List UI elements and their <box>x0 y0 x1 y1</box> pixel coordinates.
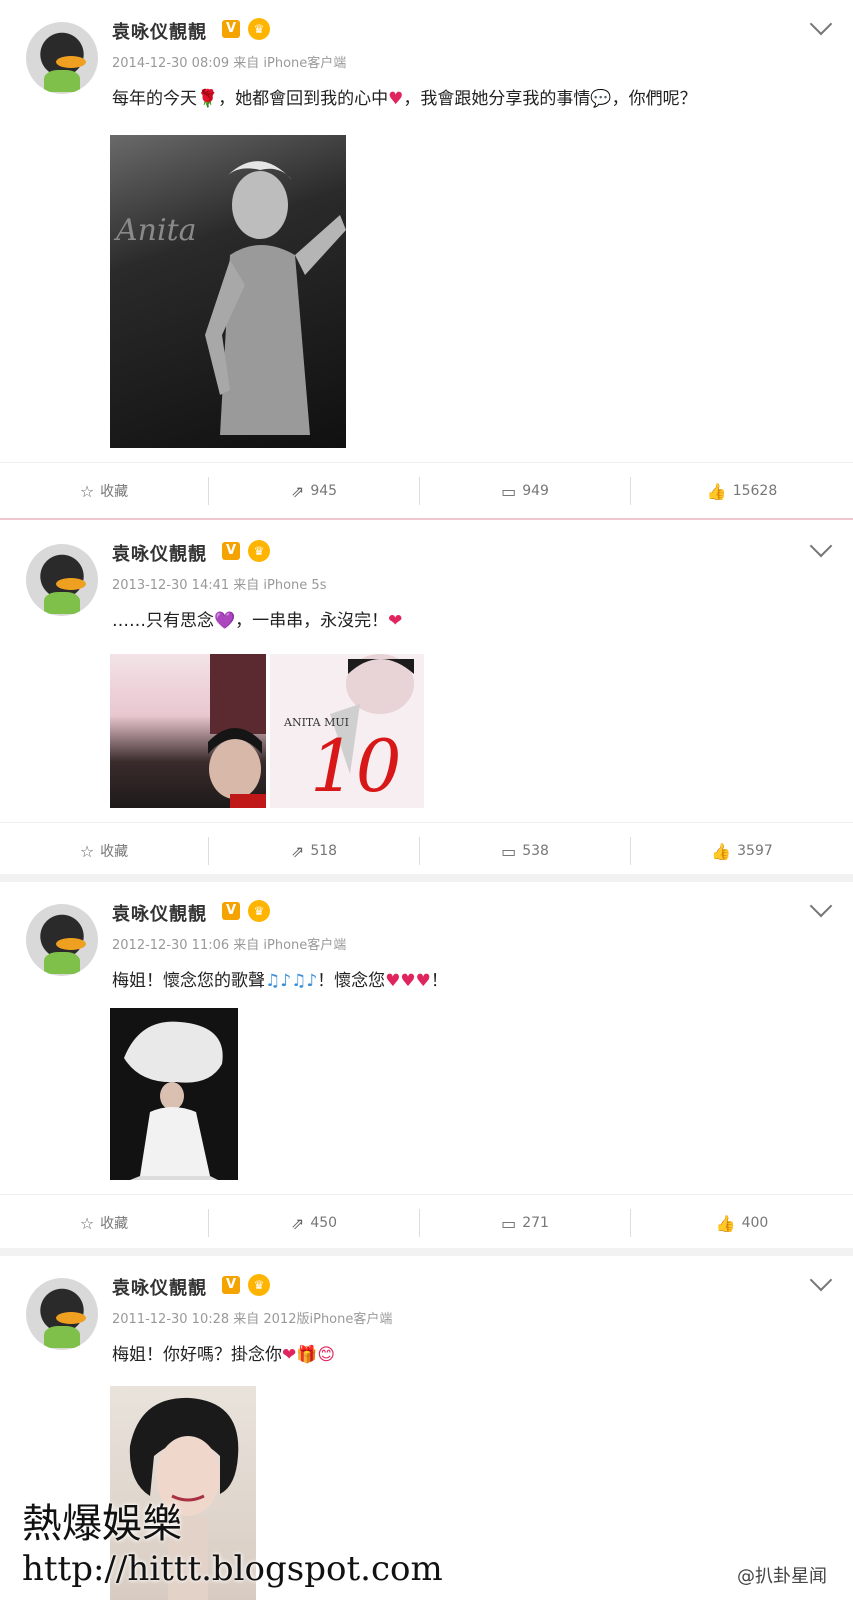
comment-button[interactable]: ▭ 538 <box>420 823 630 879</box>
watermark: 熱爆娛樂 http://hittt.blogspot.com <box>22 1500 443 1590</box>
post-gap <box>0 874 853 882</box>
album-number: 10 <box>310 724 402 808</box>
comment-icon: ▭ <box>501 1213 517 1233</box>
post-image-1[interactable] <box>110 654 266 808</box>
repost-button[interactable]: ⇗ 450 <box>209 1195 419 1251</box>
like-icon: 👍 <box>711 841 732 861</box>
verified-badge: V <box>222 20 240 38</box>
post-text: 每年的今天🌹，她都會回到我的心中♥，我會跟她分享我的事情💬，你們呢？ <box>112 89 697 109</box>
star-icon: ☆ <box>79 841 95 861</box>
post-image[interactable] <box>110 1008 238 1180</box>
favorite-button[interactable]: ☆ 收藏 <box>0 463 208 519</box>
chevron-down-icon[interactable] <box>809 894 833 918</box>
photo-figure <box>205 161 346 435</box>
watermark-title: 熱爆娛樂 <box>22 1501 182 1547</box>
like-button[interactable]: 👍 15628 <box>631 463 853 519</box>
favorite-button[interactable]: ☆ 收藏 <box>0 1195 208 1251</box>
comment-button[interactable]: ▭ 271 <box>420 1195 630 1251</box>
favorite-button[interactable]: ☆ 收藏 <box>0 823 208 879</box>
repost-icon: ⇗ <box>290 1213 305 1233</box>
post-text: 梅姐！你好嗎？掛念你❤🎁😊 <box>112 1345 336 1365</box>
action-bar: ☆ 收藏 ⇗ 945 ▭ 949 👍 15628 <box>0 462 853 519</box>
post-meta: 2012-12-30 11:06 来自 iPhone客户端 <box>112 938 347 953</box>
like-icon: 👍 <box>715 1213 736 1233</box>
comment-icon: ▭ <box>501 481 517 501</box>
action-bar: ☆ 收藏 ⇗ 518 ▭ 538 👍 3597 <box>0 822 853 879</box>
repost-button[interactable]: ⇗ 945 <box>209 463 419 519</box>
post-image[interactable]: Anita <box>110 135 346 448</box>
post-text: 梅姐！懷念您的歌聲♫♪♫♪！懷念您♥♥♥！ <box>112 971 448 991</box>
post-meta: 2011-12-30 10:28 来自 2012版iPhone客户端 <box>112 1312 393 1327</box>
photo-figure <box>208 654 266 808</box>
avatar[interactable] <box>26 544 98 616</box>
comment-button[interactable]: ▭ 949 <box>420 463 630 519</box>
post-3: 袁咏仪靚靚 V ♛ 2012-12-30 11:06 来自 iPhone客户端 … <box>0 882 853 1252</box>
like-button[interactable]: 👍 3597 <box>631 823 853 879</box>
post-meta: 2013-12-30 14:41 来自 iPhone 5s <box>112 578 327 593</box>
post-meta: 2014-12-30 08:09 来自 iPhone客户端 <box>112 56 347 71</box>
repost-button[interactable]: ⇗ 518 <box>209 823 419 879</box>
comment-icon: ▭ <box>501 841 517 861</box>
image-caption: Anita <box>116 213 197 248</box>
verified-badge: V <box>222 902 240 920</box>
post-1: 袁咏仪靚靚 V ♛ 2014-12-30 08:09 来自 iPhone客户端 … <box>0 0 853 518</box>
crown-icon: ♛ <box>248 540 270 562</box>
like-button[interactable]: 👍 400 <box>631 1195 853 1251</box>
chevron-down-icon[interactable] <box>809 534 833 558</box>
photo-figure <box>124 1021 223 1180</box>
post-gap <box>0 1248 853 1256</box>
verified-badge: V <box>222 542 240 560</box>
avatar[interactable] <box>26 904 98 976</box>
repost-icon: ⇗ <box>290 481 305 501</box>
post-image-2[interactable]: ANITA MUI 10 <box>270 654 424 808</box>
repost-icon: ⇗ <box>290 841 305 861</box>
crown-icon: ♛ <box>248 900 270 922</box>
watermark-url: http://hittt.blogspot.com <box>22 1549 443 1589</box>
author-name[interactable]: 袁咏仪靚靚 <box>112 540 207 566</box>
like-icon: 👍 <box>706 481 727 501</box>
author-name[interactable]: 袁咏仪靚靚 <box>112 18 207 44</box>
post-text: ……只有思念💜，一串串，永沒完！❤ <box>112 611 403 631</box>
avatar[interactable] <box>26 22 98 94</box>
avatar[interactable] <box>26 1278 98 1350</box>
chevron-down-icon[interactable] <box>809 1268 833 1292</box>
chevron-down-icon[interactable] <box>809 12 833 36</box>
star-icon: ☆ <box>79 1213 95 1233</box>
crown-icon: ♛ <box>248 18 270 40</box>
verified-badge: V <box>222 1276 240 1294</box>
watermark-source: @扒卦星闻 <box>737 1566 827 1587</box>
post-divider <box>0 518 853 520</box>
crown-icon: ♛ <box>248 1274 270 1296</box>
post-2: 袁咏仪靚靚 V ♛ 2013-12-30 14:41 来自 iPhone 5s … <box>0 522 853 874</box>
author-name[interactable]: 袁咏仪靚靚 <box>112 900 207 926</box>
author-name[interactable]: 袁咏仪靚靚 <box>112 1274 207 1300</box>
star-icon: ☆ <box>79 481 95 501</box>
action-bar: ☆ 收藏 ⇗ 450 ▭ 271 👍 400 <box>0 1194 853 1251</box>
